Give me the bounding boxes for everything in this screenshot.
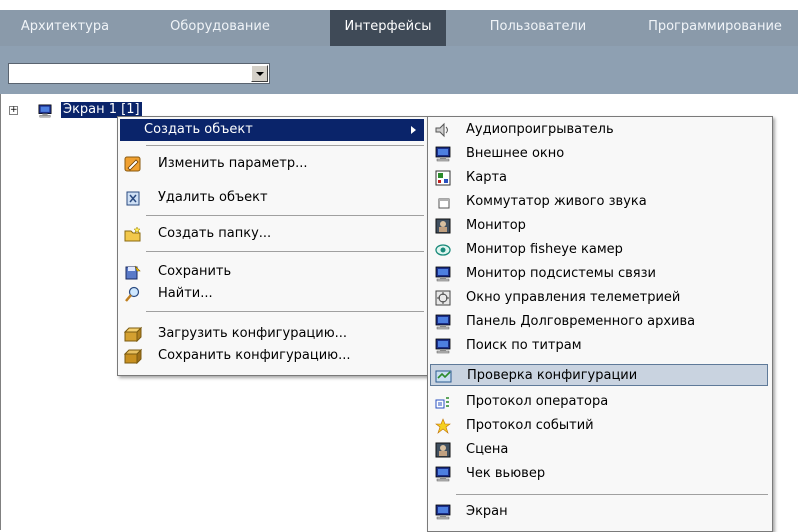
top-heading-fragment <box>0 0 798 10</box>
tab-users[interactable]: Пользователи <box>478 10 598 46</box>
tab-programming[interactable]: Программирование <box>640 10 790 46</box>
menu-item-label: Сцена <box>466 442 509 457</box>
menu-item-find[interactable]: Найти... <box>120 283 424 305</box>
tab-equipment[interactable]: Оборудование <box>160 10 280 46</box>
menu-separator <box>456 494 768 495</box>
submenu-item-scene[interactable]: Сцена <box>430 439 768 461</box>
menu-separator <box>146 145 424 146</box>
menu-item-label: Изменить параметр... <box>158 156 308 171</box>
menu-item-label: Карта <box>466 170 507 185</box>
submenu-item-comm-subsystem-monitor[interactable]: Монитор подсистемы связи <box>430 263 768 285</box>
event-log-icon <box>435 418 451 434</box>
submenu-item-caption-search[interactable]: Поиск по титрам <box>430 335 768 357</box>
submenu-item-screen[interactable]: Экран <box>430 501 768 523</box>
expand-icon[interactable]: + <box>9 106 18 115</box>
menu-item-save-config[interactable]: Сохранить конфигурацию... <box>120 345 424 367</box>
search-icon <box>125 286 140 302</box>
menu-item-label: Загрузить конфигурацию... <box>158 326 348 341</box>
menu-separator <box>146 251 424 252</box>
menu-separator <box>146 215 424 216</box>
tab-bar: Архитектура Оборудование Интерфейсы Поль… <box>0 10 798 46</box>
fisheye-icon <box>435 244 451 256</box>
menu-item-label: Аудиопроигрыватель <box>466 122 614 137</box>
map-icon <box>435 170 451 186</box>
monitor-icon <box>37 104 53 118</box>
monitor-icon <box>434 338 452 354</box>
menu-item-create-folder[interactable]: Создать папку... <box>120 223 424 245</box>
menu-separator <box>146 311 424 312</box>
menu-item-label: Монитор fisheye камер <box>466 242 623 257</box>
monitor-icon <box>434 266 452 282</box>
delete-icon <box>126 191 140 206</box>
submenu-item-archive-panel[interactable]: Панель Долговременного архива <box>430 311 768 333</box>
menu-item-create-object[interactable]: Создать объект <box>120 119 424 141</box>
submenu-item-event-log[interactable]: Протокол событий <box>430 415 768 437</box>
menu-item-label: Проверка конфигурации <box>467 368 638 383</box>
menu-item-label: Протокол оператора <box>466 394 609 409</box>
operator-log-icon <box>435 397 449 409</box>
submenu-item-config-check[interactable]: Проверка конфигурации <box>430 364 768 386</box>
monitor-icon <box>434 504 452 520</box>
load-config-icon <box>124 326 142 342</box>
tab-architecture[interactable]: Архитектура <box>10 10 120 46</box>
submenu-item-operator-log[interactable]: Протокол оператора <box>430 391 768 413</box>
camera-monitor-icon <box>435 442 451 458</box>
menu-item-label: Окно управления телеметрией <box>466 290 681 305</box>
save-icon <box>125 265 141 280</box>
menu-item-label: Сохранить <box>158 264 232 279</box>
submenu-item-external-window[interactable]: Внешнее окно <box>430 143 768 165</box>
folder-new-icon <box>124 226 141 242</box>
monitor-icon <box>434 314 452 330</box>
submenu-item-check-viewer[interactable]: Чек вьювер <box>430 463 768 485</box>
submenu-item-audio-player[interactable]: Аудиопроигрыватель <box>430 119 768 141</box>
window-icon <box>438 198 450 209</box>
camera-monitor-icon <box>435 218 451 234</box>
menu-item-edit-parameter[interactable]: Изменить параметр... <box>120 153 424 175</box>
telemetry-icon <box>435 290 451 306</box>
menu-item-save[interactable]: Сохранить <box>120 261 424 283</box>
menu-item-label: Экран <box>466 504 508 519</box>
menu-item-label: Коммутатор живого звука <box>466 194 647 209</box>
menu-item-label: Чек вьювер <box>466 466 546 481</box>
toolbar <box>0 46 798 94</box>
submenu-arrow-icon <box>411 126 416 134</box>
submenu-item-telemetry-window[interactable]: Окно управления телеметрией <box>430 287 768 309</box>
context-menu: Создать объект Изменить параметр... Удал… <box>117 116 429 376</box>
menu-item-label: Найти... <box>158 286 213 301</box>
create-object-submenu: Аудиопроигрыватель Внешнее окно Карта Ко… <box>427 116 773 532</box>
submenu-item-live-sound-switch[interactable]: Коммутатор живого звука <box>430 191 768 213</box>
monitor-icon <box>434 146 452 162</box>
menu-item-label: Создать объект <box>144 122 253 137</box>
menu-item-label: Поиск по титрам <box>466 338 582 353</box>
menu-item-label: Монитор <box>466 218 526 233</box>
menu-item-label: Панель Долговременного архива <box>466 314 696 329</box>
menu-item-load-config[interactable]: Загрузить конфигурацию... <box>120 323 424 345</box>
menu-item-label: Монитор подсистемы связи <box>466 266 656 281</box>
submenu-item-map[interactable]: Карта <box>430 167 768 189</box>
save-config-icon <box>124 348 142 364</box>
chevron-down-icon[interactable] <box>251 65 268 82</box>
check-config-icon <box>435 370 452 383</box>
menu-item-label: Удалить объект <box>158 190 268 205</box>
edit-icon <box>124 156 141 172</box>
speaker-icon <box>435 122 448 138</box>
object-combo[interactable] <box>8 63 270 84</box>
submenu-item-monitor[interactable]: Монитор <box>430 215 768 237</box>
monitor-icon <box>434 466 452 482</box>
menu-item-label: Создать папку... <box>158 226 272 241</box>
submenu-item-fisheye-monitor[interactable]: Монитор fisheye камер <box>430 239 768 261</box>
menu-item-delete-object[interactable]: Удалить объект <box>120 187 424 209</box>
menu-item-label: Сохранить конфигурацию... <box>158 348 351 363</box>
tab-interfaces[interactable]: Интерфейсы <box>330 10 446 46</box>
menu-item-label: Внешнее окно <box>466 146 565 161</box>
menu-item-label: Протокол событий <box>466 418 594 433</box>
